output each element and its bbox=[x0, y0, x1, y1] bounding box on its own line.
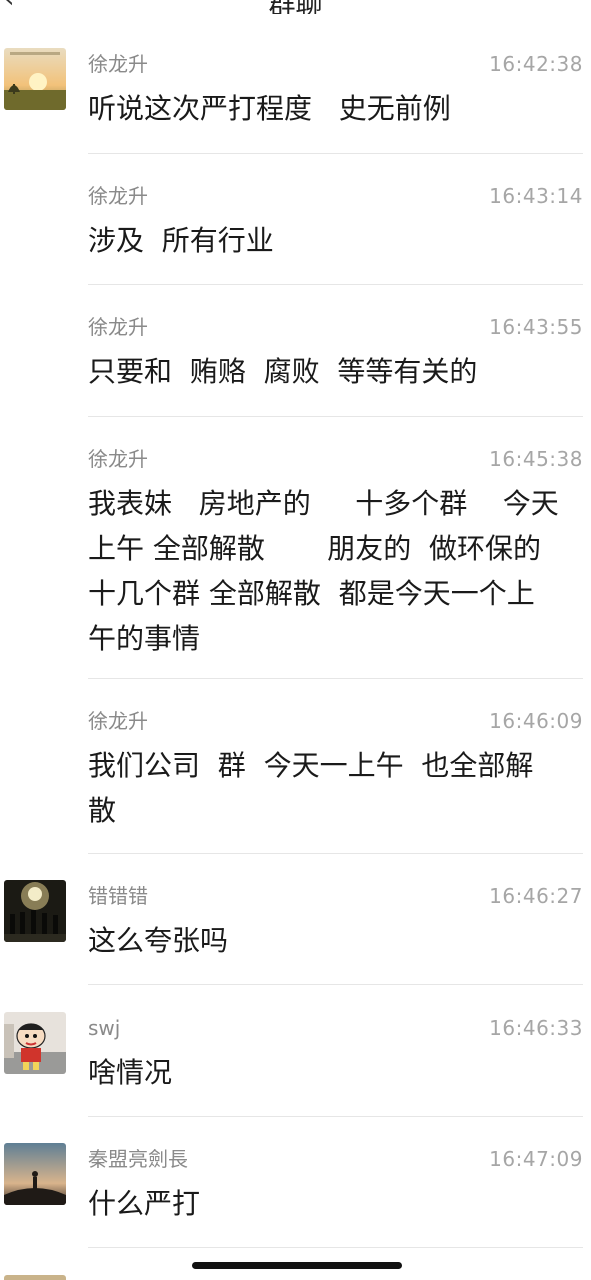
message-time: 16:42:38 bbox=[489, 52, 583, 76]
message-time: 16:46:33 bbox=[489, 1016, 583, 1040]
avatar[interactable] bbox=[4, 1143, 66, 1205]
divider bbox=[88, 853, 583, 854]
message-text: 涉及 所有行业 bbox=[88, 224, 274, 257]
sender-name: 徐龙升 bbox=[88, 52, 148, 76]
divider bbox=[88, 153, 583, 154]
avatar[interactable] bbox=[4, 48, 66, 110]
home-indicator[interactable] bbox=[192, 1262, 402, 1269]
divider bbox=[88, 678, 583, 679]
message-time: 16:47:09 bbox=[489, 1147, 583, 1171]
sender-name: 错错错 bbox=[88, 884, 148, 908]
message-time: 16:43:14 bbox=[489, 184, 583, 208]
concert-crowd-icon bbox=[4, 880, 66, 942]
sender-name: swj bbox=[88, 1016, 121, 1040]
message-text: 听说这次严打程度 史无前例 bbox=[88, 92, 451, 125]
chat-title: 群聊 bbox=[0, 0, 591, 14]
sender-name: 徐龙升 bbox=[88, 447, 148, 471]
message-time: 16:46:09 bbox=[489, 709, 583, 733]
message-text: 什么严打 bbox=[88, 1187, 201, 1220]
sender-name: 秦盟亮劍長 bbox=[88, 1147, 188, 1171]
top-bar: ‹ 群聊 bbox=[0, 0, 591, 14]
cartoon-boy-icon bbox=[4, 1012, 66, 1074]
avatar[interactable] bbox=[4, 880, 66, 942]
divider bbox=[88, 284, 583, 285]
message-time: 16:46:27 bbox=[489, 884, 583, 908]
silhouette-hill-icon bbox=[4, 1143, 66, 1205]
sender-name: 徐龙升 bbox=[88, 184, 148, 208]
sender-name: 徐龙升 bbox=[88, 315, 148, 339]
avatar[interactable] bbox=[4, 1275, 66, 1280]
message-text: 我们公司 群 今天一上午 也全部解 散 bbox=[88, 749, 534, 827]
message-time: 16:43:55 bbox=[489, 315, 583, 339]
sunset-field-icon bbox=[4, 48, 66, 110]
message-text: 这么夸张吗 bbox=[88, 924, 229, 957]
divider bbox=[88, 1116, 583, 1117]
message-text: 我表妹 房地产的 十多个群 今天 上午 全部解散 朋友的 做环保的 十几个群 全… bbox=[88, 487, 559, 655]
divider bbox=[88, 416, 583, 417]
avatar[interactable] bbox=[4, 1012, 66, 1074]
message-time: 16:45:38 bbox=[489, 447, 583, 471]
message-text: 只要和 贿赂 腐败 等等有关的 bbox=[88, 355, 478, 388]
divider bbox=[88, 984, 583, 985]
sender-name: 徐龙升 bbox=[88, 709, 148, 733]
message-text: 啥情况 bbox=[88, 1056, 173, 1089]
divider bbox=[88, 1247, 583, 1248]
